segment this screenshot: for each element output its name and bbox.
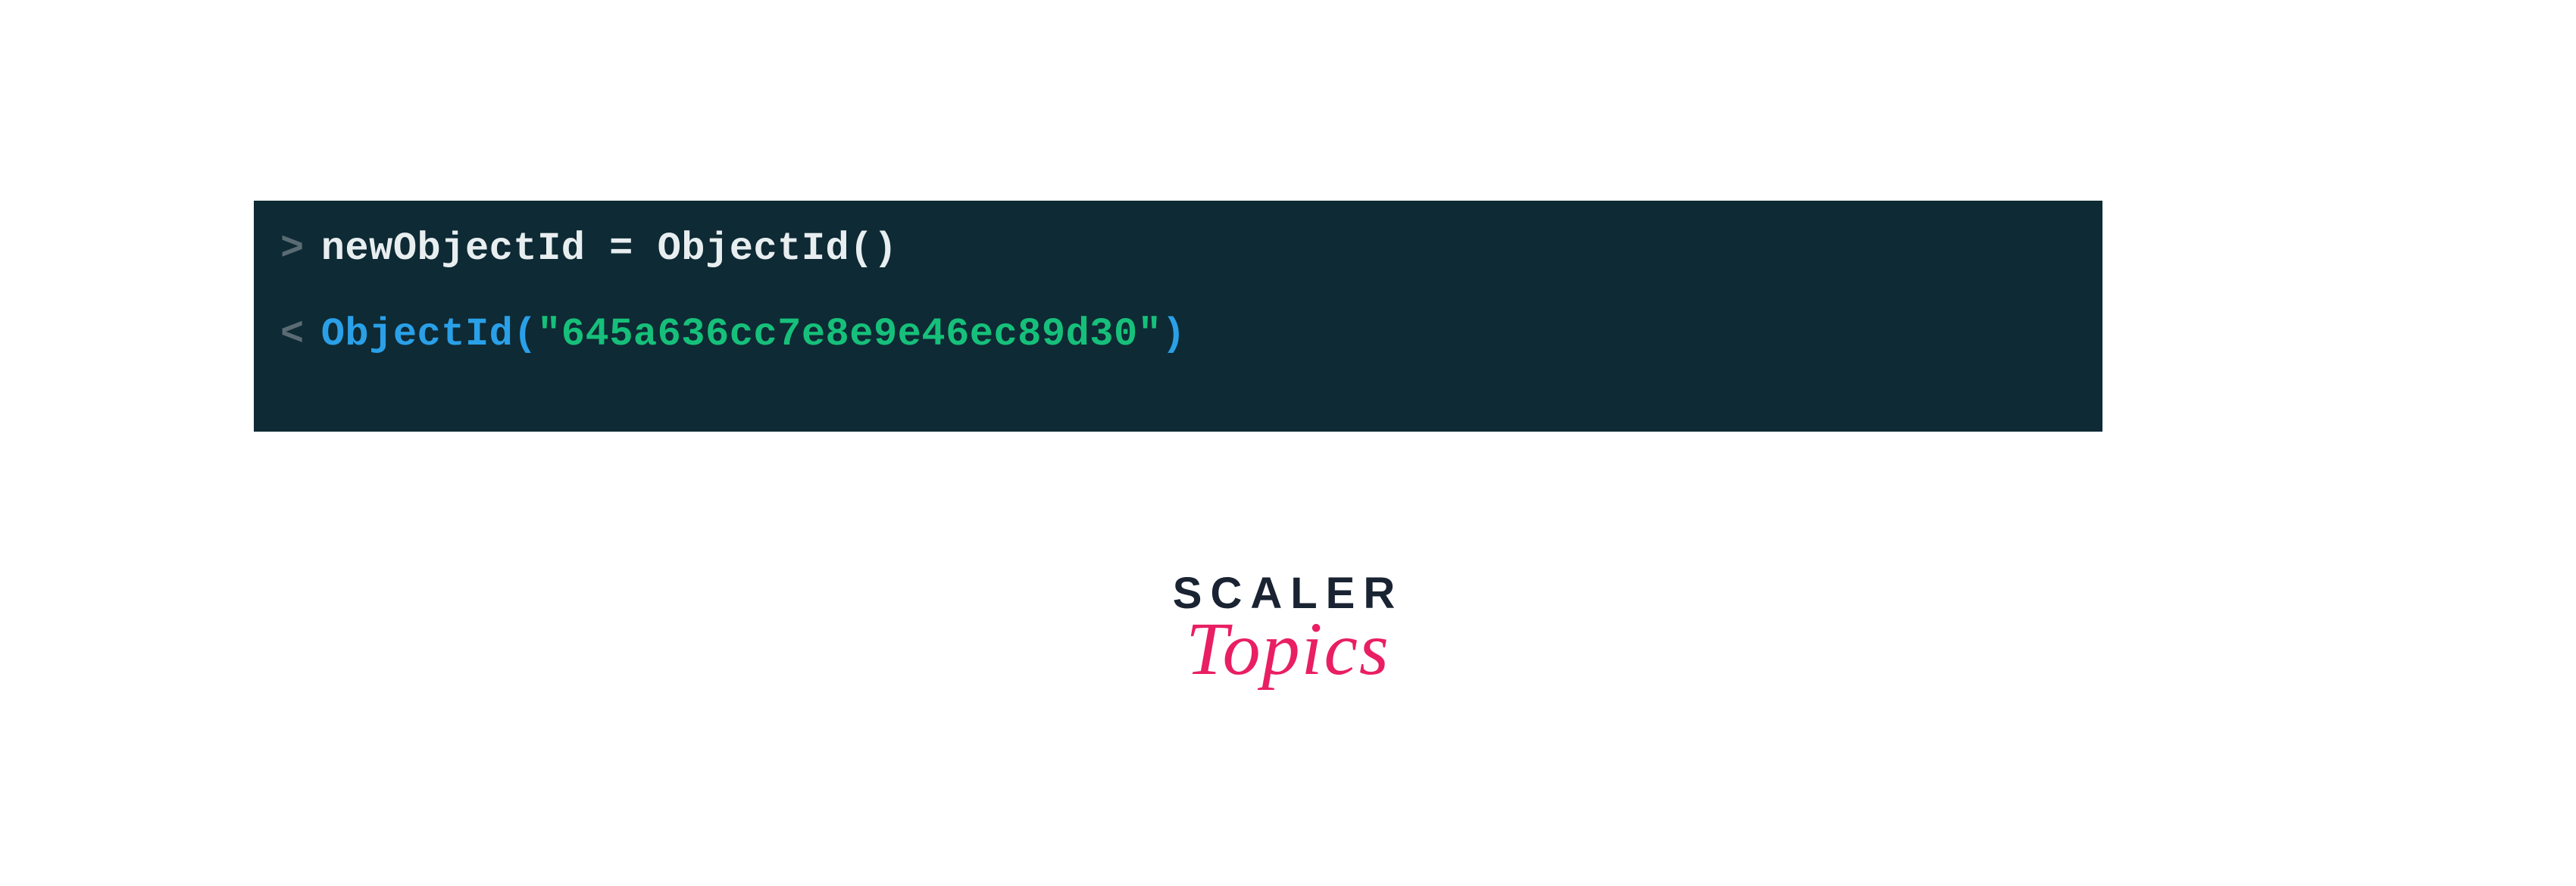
terminal-block: > newObjectId = ObjectId() < ObjectId("6… [254,201,2102,432]
output-function: ObjectId [321,309,514,360]
output-line: < ObjectId("645a636cc7e8e9e46ec89d30") [280,309,2076,360]
output-string: "645a636cc7e8e9e46ec89d30" [537,309,1161,360]
output-prompt-icon: < [280,309,305,360]
input-code: newObjectId = ObjectId() [321,223,898,275]
open-paren: ( [513,309,537,360]
scaler-topics-logo: SCALER Topics [1173,568,1403,692]
input-prompt-icon: > [280,223,305,275]
logo-text-topics: Topics [1173,605,1403,692]
input-line: > newObjectId = ObjectId() [280,223,2076,275]
close-paren: ) [1161,309,1186,360]
